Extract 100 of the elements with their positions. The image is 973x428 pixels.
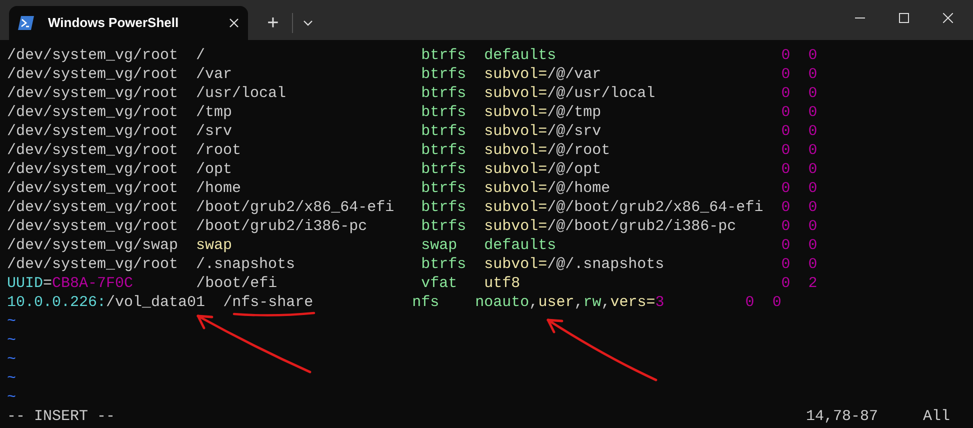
terminal-text: /nfs-share <box>223 293 314 312</box>
terminal-text: /@/root <box>547 141 610 160</box>
terminal-text: vfat <box>421 274 458 293</box>
terminal-text: 0 <box>808 122 818 141</box>
terminal-text: , <box>601 293 610 312</box>
terminal-text: 0 <box>772 293 782 312</box>
terminal-text: subvol= <box>484 255 548 274</box>
terminal-text: utf8 <box>484 274 520 293</box>
terminal-text: /@/var <box>547 65 602 84</box>
terminal-text: subvol= <box>484 179 548 198</box>
terminal-text: btrfs <box>421 65 466 84</box>
terminal-text: subvol= <box>484 65 548 84</box>
terminal-text: btrfs <box>421 255 466 274</box>
terminal-text: 0 <box>781 217 790 236</box>
terminal-text: 2 <box>808 274 818 293</box>
terminal-text: /dev/system_vg/root <box>7 46 178 65</box>
terminal-text: 0 <box>808 198 818 217</box>
terminal-text: /@/boot/grub2/x86_64-efi <box>547 198 764 217</box>
terminal-text: 0 <box>808 179 818 198</box>
terminal-text: /opt <box>196 160 232 179</box>
terminal-text: /dev/system_vg/root <box>7 179 178 198</box>
terminal-text: /dev/system_vg/swap <box>7 236 178 255</box>
terminal-text: /tmp <box>196 103 232 122</box>
terminal-text: 0 <box>781 255 790 274</box>
terminal-text: btrfs <box>421 46 466 65</box>
scroll-position: All <box>923 407 952 426</box>
terminal-text: 0 <box>808 217 818 236</box>
terminal-text: rw <box>583 293 602 312</box>
terminal-text: subvol= <box>484 122 548 141</box>
terminal-text: noauto <box>475 293 530 312</box>
terminal-text: 0 <box>781 179 790 198</box>
close-icon[interactable] <box>229 18 239 28</box>
terminal-text: 0 <box>781 160 790 179</box>
chevron-down-icon[interactable] <box>303 20 313 26</box>
terminal-text: subvol= <box>484 84 548 103</box>
terminal-text: 10.0.0.226: <box>7 293 106 312</box>
terminal-icon <box>18 16 34 30</box>
terminal-text: 0 <box>781 46 790 65</box>
terminal-text: /dev/system_vg/root <box>7 160 178 179</box>
terminal-text: /dev/system_vg/root <box>7 122 178 141</box>
terminal-text: /@/.snapshots <box>547 255 664 274</box>
new-tab-button[interactable]: + <box>258 8 288 38</box>
terminal-text: , <box>574 293 584 312</box>
terminal-text: /@/usr/local <box>547 84 656 103</box>
terminal-text: /dev/system_vg/root <box>7 103 178 122</box>
terminal-text: subvol= <box>484 198 548 217</box>
terminal-text: 0 <box>781 122 790 141</box>
empty-line-marker: ~ <box>7 351 16 368</box>
terminal-text: btrfs <box>421 141 466 160</box>
terminal-text: btrfs <box>421 217 466 236</box>
terminal-text: /home <box>196 179 242 198</box>
terminal-text: / <box>196 46 206 65</box>
maximize-icon[interactable] <box>899 13 909 23</box>
terminal-text: 0 <box>808 160 818 179</box>
terminal-text: /vol_data01 <box>106 293 206 312</box>
terminal-text: /boot/grub2/x86_64-efi <box>196 198 394 217</box>
terminal-text: defaults <box>484 46 556 65</box>
close-icon[interactable] <box>943 13 953 23</box>
terminal-text: /@/srv <box>547 122 602 141</box>
terminal-text: 0 <box>781 274 790 293</box>
terminal-text: UUID <box>7 274 44 293</box>
terminal-text: subvol= <box>484 217 548 236</box>
terminal-text: 0 <box>745 293 754 312</box>
terminal-text: CB8A-7F0C <box>52 274 134 293</box>
terminal-text: 0 <box>808 141 818 160</box>
empty-line-marker: ~ <box>7 370 16 387</box>
terminal-text: btrfs <box>421 84 466 103</box>
terminal-text: 0 <box>808 103 818 122</box>
terminal-text: 0 <box>808 236 818 255</box>
terminal-text: 3 <box>655 293 664 312</box>
terminal-text: /dev/system_vg/root <box>7 217 178 236</box>
terminal-text: /dev/system_vg/root <box>7 65 178 84</box>
cursor-position: 14,78-87 <box>806 407 880 426</box>
terminal-text: 0 <box>781 236 790 255</box>
mode-indicator: -- INSERT -- <box>7 407 116 426</box>
terminal-text: subvol= <box>484 160 548 179</box>
terminal-text: /.snapshots <box>196 255 296 274</box>
tab-title: Windows PowerShell <box>48 14 180 32</box>
terminal-text: swap <box>421 236 458 255</box>
terminal-text: /dev/system_vg/root <box>7 84 178 103</box>
terminal-text: 0 <box>781 198 790 217</box>
terminal-text: 0 <box>781 141 790 160</box>
terminal-text: /boot/grub2/i386-pc <box>196 217 368 236</box>
terminal-text: subvol= <box>484 103 548 122</box>
terminal-text: /@/boot/grub2/i386-pc <box>547 217 736 236</box>
terminal-text: /@/tmp <box>547 103 602 122</box>
terminal-tab[interactable]: Windows PowerShell <box>9 6 248 40</box>
terminal-text: 0 <box>808 255 818 274</box>
terminal-text: /dev/system_vg/root <box>7 255 178 274</box>
terminal-text: 0 <box>781 84 790 103</box>
terminal-text: = <box>43 274 52 293</box>
terminal-text: /dev/system_vg/root <box>7 141 178 160</box>
empty-line-marker: ~ <box>7 313 16 330</box>
terminal-text: 0 <box>808 46 818 65</box>
terminal-text: user <box>538 293 574 312</box>
terminal-text: /usr/local <box>196 84 286 103</box>
terminal-text: vers= <box>610 293 656 312</box>
terminal-text: 0 <box>808 65 818 84</box>
terminal-text: /@/opt <box>547 160 602 179</box>
terminal-text: /root <box>196 141 242 160</box>
